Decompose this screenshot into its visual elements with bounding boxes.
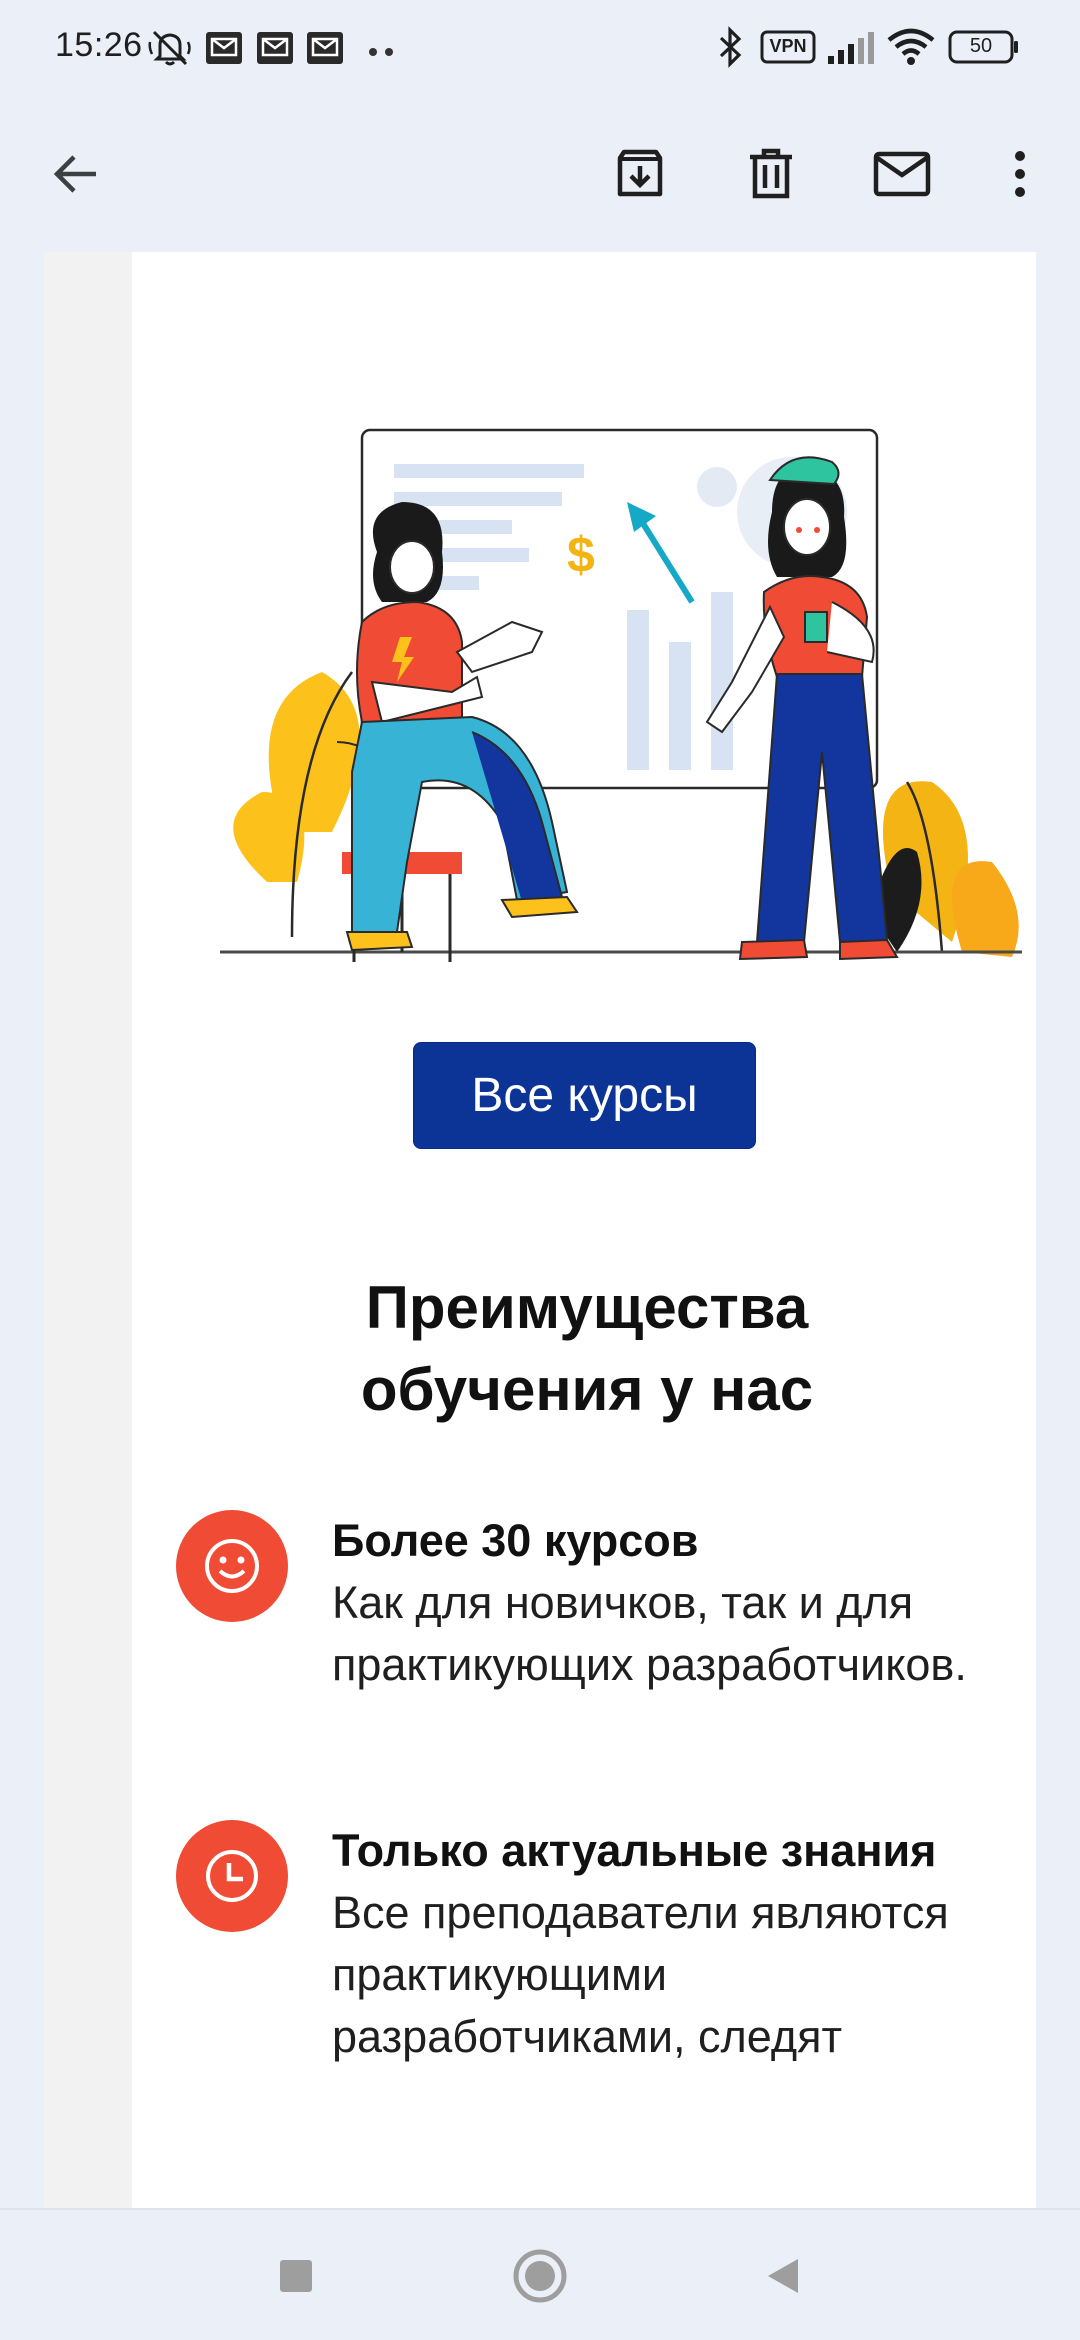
svg-text:$: $	[567, 527, 595, 583]
hero-illustration: $	[172, 352, 1052, 1052]
system-back-button[interactable]	[744, 2240, 820, 2316]
mute-icon	[148, 28, 192, 73]
archive-button[interactable]	[592, 128, 688, 224]
back-triangle-icon	[762, 2256, 802, 2301]
mark-unread-icon	[873, 151, 931, 202]
vpn-label: VPN	[769, 36, 807, 56]
home-button[interactable]	[502, 2240, 578, 2316]
back-arrow-icon	[50, 148, 102, 205]
email-frame: $ Все курсы Преимущества обучения у нас …	[44, 252, 1036, 2208]
screen: 15:26 VPN 50 $ Все курсы Преимущества об…	[0, 0, 1080, 2340]
delete-icon	[747, 148, 795, 205]
battery-icon: 50	[948, 30, 1020, 69]
mail-notification-icon	[206, 32, 242, 69]
more-dots-icon	[368, 44, 396, 62]
status-bar: 15:26 VPN 50	[0, 0, 1080, 100]
signal-icon	[826, 30, 876, 71]
home-circle-icon	[512, 2248, 568, 2309]
wifi-icon	[886, 28, 936, 71]
mail-notification-icon	[307, 32, 343, 69]
mark-unread-button[interactable]	[854, 128, 950, 224]
mail-notification-icon	[257, 32, 293, 69]
benefit-description: Все преподаватели являются практикующими…	[332, 1887, 949, 2062]
more-options-button[interactable]	[972, 128, 1068, 224]
bluetooth-icon	[718, 26, 744, 73]
benefit-description: Как для новичков, так и для практикующих…	[332, 1577, 967, 1690]
app-bar	[0, 100, 1080, 252]
email-content[interactable]: $ Все курсы Преимущества обучения у нас …	[0, 252, 1080, 2208]
benefit-title: Более 30 курсов	[332, 1515, 699, 1566]
benefit-text: Только актуальные знания Все преподавате…	[332, 1820, 982, 2068]
archive-icon	[614, 148, 666, 205]
all-courses-button[interactable]: Все курсы	[413, 1042, 756, 1149]
delete-button[interactable]	[723, 128, 819, 224]
benefit-title: Только актуальные знания	[332, 1825, 937, 1876]
benefit-text: Более 30 курсов Как для новичков, так и …	[332, 1510, 982, 1696]
system-nav-bar	[0, 2208, 1080, 2340]
more-options-icon	[1013, 150, 1027, 203]
clock-icon	[176, 1820, 288, 1932]
smiley-icon	[176, 1510, 288, 1622]
back-button[interactable]	[28, 128, 124, 224]
battery-level: 50	[969, 35, 993, 57]
status-time: 15:26	[55, 26, 143, 64]
recents-button[interactable]	[258, 2240, 334, 2316]
recents-square-icon	[278, 2258, 314, 2299]
email-card: $ Все курсы Преимущества обучения у нас …	[132, 252, 1036, 2208]
vpn-icon: VPN	[760, 30, 816, 69]
benefits-title: Преимущества обучения у нас	[360, 1274, 814, 1423]
